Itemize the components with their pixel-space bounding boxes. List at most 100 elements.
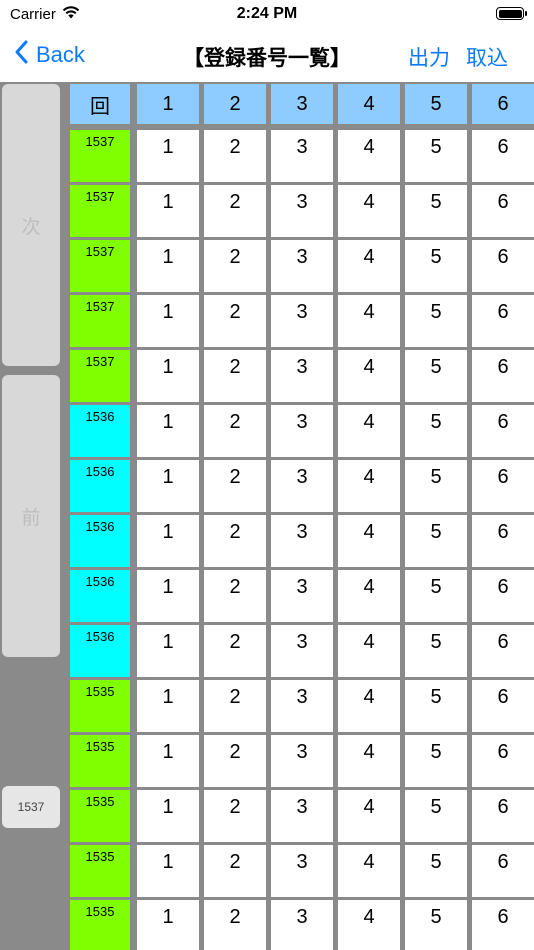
number-cell[interactable]: 4 — [338, 790, 400, 842]
number-cell[interactable]: 1 — [137, 845, 199, 897]
number-cell[interactable]: 1 — [137, 570, 199, 622]
number-cell[interactable]: 3 — [271, 460, 333, 512]
round-cell[interactable]: 1536 — [70, 515, 130, 567]
number-cell[interactable]: 2 — [204, 405, 266, 457]
number-cell[interactable]: 3 — [271, 680, 333, 732]
number-cell[interactable]: 1 — [137, 735, 199, 787]
number-cell[interactable]: 2 — [204, 625, 266, 677]
number-cell[interactable]: 6 — [472, 350, 534, 402]
number-cell[interactable]: 4 — [338, 460, 400, 512]
number-cell[interactable]: 3 — [271, 570, 333, 622]
number-cell[interactable]: 1 — [137, 625, 199, 677]
round-cell[interactable]: 1535 — [70, 900, 130, 950]
number-cell[interactable]: 4 — [338, 350, 400, 402]
number-cell[interactable]: 5 — [405, 350, 467, 402]
number-cell[interactable]: 1 — [137, 515, 199, 567]
number-cell[interactable]: 1 — [137, 460, 199, 512]
number-cell[interactable]: 4 — [338, 845, 400, 897]
round-cell[interactable]: 1535 — [70, 680, 130, 732]
number-cell[interactable]: 5 — [405, 515, 467, 567]
number-cell[interactable]: 1 — [137, 350, 199, 402]
number-cell[interactable]: 1 — [137, 240, 199, 292]
number-cell[interactable]: 5 — [405, 185, 467, 237]
number-cell[interactable]: 6 — [472, 515, 534, 567]
number-cell[interactable]: 2 — [204, 350, 266, 402]
round-cell[interactable]: 1535 — [70, 790, 130, 842]
number-cell[interactable]: 4 — [338, 515, 400, 567]
number-cell[interactable]: 3 — [271, 845, 333, 897]
number-cell[interactable]: 6 — [472, 185, 534, 237]
round-cell[interactable]: 1537 — [70, 185, 130, 237]
number-cell[interactable]: 1 — [137, 295, 199, 347]
number-cell[interactable]: 6 — [472, 845, 534, 897]
number-cell[interactable]: 3 — [271, 790, 333, 842]
number-cell[interactable]: 6 — [472, 570, 534, 622]
number-cell[interactable]: 5 — [405, 625, 467, 677]
number-cell[interactable]: 6 — [472, 680, 534, 732]
number-cell[interactable]: 5 — [405, 735, 467, 787]
number-cell[interactable]: 2 — [204, 295, 266, 347]
round-cell[interactable]: 1535 — [70, 845, 130, 897]
number-cell[interactable]: 6 — [472, 130, 534, 182]
number-cell[interactable]: 4 — [338, 295, 400, 347]
number-cell[interactable]: 5 — [405, 790, 467, 842]
number-cell[interactable]: 6 — [472, 900, 534, 950]
number-cell[interactable]: 5 — [405, 680, 467, 732]
number-cell[interactable]: 6 — [472, 460, 534, 512]
number-cell[interactable]: 4 — [338, 130, 400, 182]
number-cell[interactable]: 3 — [271, 735, 333, 787]
number-cell[interactable]: 4 — [338, 185, 400, 237]
round-field[interactable]: 1537 — [2, 786, 60, 828]
next-button[interactable]: 次 — [2, 84, 60, 366]
round-cell[interactable]: 1537 — [70, 295, 130, 347]
number-cell[interactable]: 2 — [204, 240, 266, 292]
round-cell[interactable]: 1536 — [70, 405, 130, 457]
number-cell[interactable]: 5 — [405, 130, 467, 182]
export-button[interactable]: 出力 — [408, 42, 450, 72]
number-cell[interactable]: 5 — [405, 570, 467, 622]
round-cell[interactable]: 1536 — [70, 625, 130, 677]
number-cell[interactable]: 3 — [271, 625, 333, 677]
number-cell[interactable]: 4 — [338, 570, 400, 622]
number-cell[interactable]: 2 — [204, 570, 266, 622]
number-cell[interactable]: 2 — [204, 790, 266, 842]
number-cell[interactable]: 1 — [137, 680, 199, 732]
number-cell[interactable]: 3 — [271, 900, 333, 950]
round-cell[interactable]: 1535 — [70, 735, 130, 787]
number-cell[interactable]: 5 — [405, 295, 467, 347]
number-cell[interactable]: 6 — [472, 735, 534, 787]
number-cell[interactable]: 3 — [271, 515, 333, 567]
number-cell[interactable]: 1 — [137, 130, 199, 182]
number-cell[interactable]: 5 — [405, 405, 467, 457]
number-cell[interactable]: 2 — [204, 130, 266, 182]
number-cell[interactable]: 4 — [338, 735, 400, 787]
number-cell[interactable]: 6 — [472, 295, 534, 347]
prev-button[interactable]: 前 — [2, 375, 60, 657]
number-cell[interactable]: 2 — [204, 515, 266, 567]
number-cell[interactable]: 6 — [472, 405, 534, 457]
number-cell[interactable]: 6 — [472, 790, 534, 842]
round-cell[interactable]: 1536 — [70, 570, 130, 622]
round-cell[interactable]: 1536 — [70, 460, 130, 512]
number-cell[interactable]: 3 — [271, 240, 333, 292]
number-cell[interactable]: 2 — [204, 680, 266, 732]
number-cell[interactable]: 3 — [271, 185, 333, 237]
round-cell[interactable]: 1537 — [70, 240, 130, 292]
number-cell[interactable]: 5 — [405, 460, 467, 512]
round-cell[interactable]: 1537 — [70, 350, 130, 402]
number-cell[interactable]: 4 — [338, 240, 400, 292]
number-cell[interactable]: 4 — [338, 680, 400, 732]
number-cell[interactable]: 1 — [137, 185, 199, 237]
number-cell[interactable]: 2 — [204, 735, 266, 787]
number-cell[interactable]: 2 — [204, 845, 266, 897]
number-cell[interactable]: 6 — [472, 625, 534, 677]
number-cell[interactable]: 5 — [405, 240, 467, 292]
number-cell[interactable]: 4 — [338, 625, 400, 677]
number-cell[interactable]: 2 — [204, 185, 266, 237]
number-cell[interactable]: 2 — [204, 460, 266, 512]
number-cell[interactable]: 3 — [271, 350, 333, 402]
number-cell[interactable]: 1 — [137, 900, 199, 950]
number-cell[interactable]: 3 — [271, 295, 333, 347]
number-cell[interactable]: 1 — [137, 405, 199, 457]
number-cell[interactable]: 6 — [472, 240, 534, 292]
